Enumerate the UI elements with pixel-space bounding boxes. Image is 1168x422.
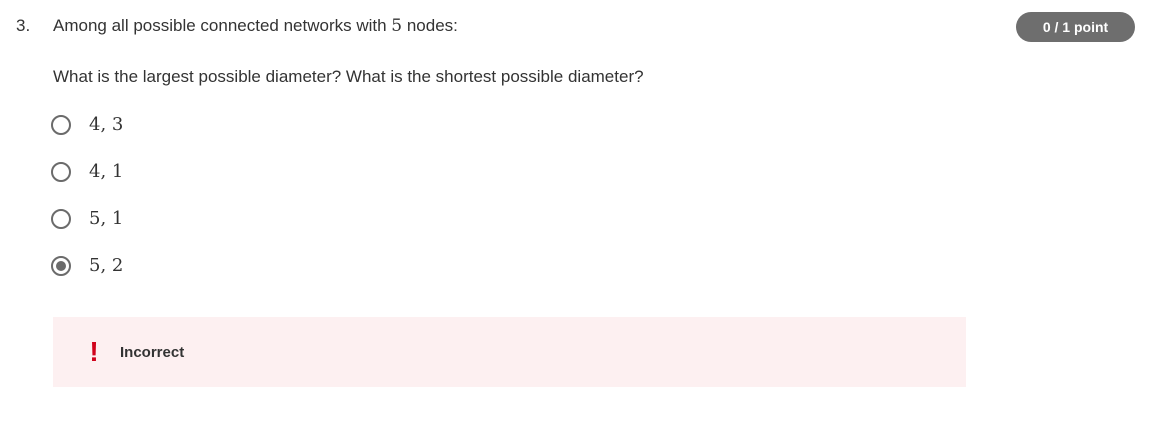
answer-option-2[interactable]: 4, 1 (51, 158, 123, 205)
answer-option-3[interactable]: 5, 1 (51, 205, 123, 252)
answer-option-1[interactable]: 4, 3 (51, 111, 123, 158)
radio-button-4[interactable] (51, 256, 71, 276)
exclamation-icon: ! (89, 336, 99, 367)
radio-button-1[interactable] (51, 115, 71, 135)
feedback-banner: ! Incorrect (53, 317, 966, 387)
answer-option-4[interactable]: 5, 2 (51, 252, 123, 299)
radio-button-3[interactable] (51, 209, 71, 229)
question-prompt: Among all possible connected networks wi… (53, 16, 458, 36)
answer-option-label-4: 5, 2 (89, 255, 124, 276)
question-prompt-before: Among all possible connected networks wi… (53, 16, 392, 35)
question-sub-prompt: What is the largest possible diameter? W… (53, 67, 644, 86)
question-prompt-after: nodes: (402, 16, 458, 35)
points-badge: 0 / 1 point (1016, 12, 1135, 42)
question-prompt-math: 5 (391, 16, 403, 36)
answer-option-label-2: 4, 1 (89, 161, 124, 182)
feedback-text: Incorrect (120, 343, 185, 361)
answer-options: 4, 3 4, 1 5, 1 5, 2 (51, 111, 123, 299)
question-number: 3. (16, 16, 31, 35)
answer-option-label-1: 4, 3 (89, 114, 124, 135)
radio-button-2[interactable] (51, 162, 71, 182)
answer-option-label-3: 5, 1 (89, 208, 124, 229)
